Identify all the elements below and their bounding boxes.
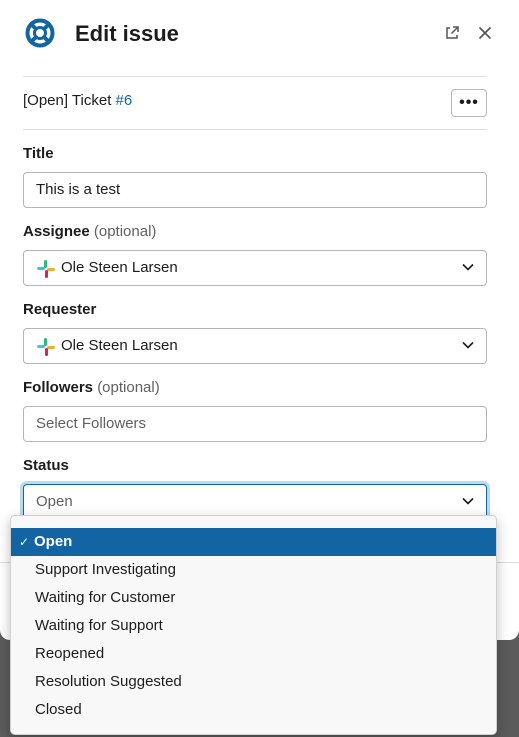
title-input[interactable]: This is a test xyxy=(23,172,487,208)
modal-title: Edit issue xyxy=(75,21,179,46)
assignee-value: Ole Steen Larsen xyxy=(61,259,178,276)
ticket-prefix: [Open] Ticket xyxy=(23,92,116,109)
chevron-down-icon xyxy=(462,263,474,271)
checkmark-icon: ✓ xyxy=(19,535,30,549)
status-option-waiting-for-customer[interactable]: Waiting for Customer xyxy=(11,584,496,612)
status-value: Open xyxy=(36,493,73,510)
chevron-down-icon xyxy=(462,341,474,349)
option-label: Open xyxy=(34,533,73,550)
status-dropdown-menu: ✓ Open Support Investigating Waiting for… xyxy=(10,515,497,735)
assignee-label: Assignee (optional) xyxy=(23,222,156,242)
assignee-select[interactable]: Ole Steen Larsen xyxy=(23,250,487,286)
option-label: Closed xyxy=(35,701,82,718)
requester-label: Requester xyxy=(23,301,97,318)
title-label: Title xyxy=(23,145,54,162)
option-label: Reopened xyxy=(35,645,105,662)
followers-optional-hint: (optional) xyxy=(97,379,160,396)
more-actions-button[interactable]: ••• xyxy=(451,89,487,117)
assignee-label-text: Assignee xyxy=(23,223,90,240)
status-label: Status xyxy=(23,457,69,474)
status-option-open[interactable]: ✓ Open xyxy=(11,528,496,556)
followers-label: Followers (optional) xyxy=(23,378,160,398)
ticket-divider xyxy=(23,129,487,130)
open-external-button[interactable] xyxy=(441,22,463,44)
status-option-closed[interactable]: Closed xyxy=(11,696,496,724)
requester-select[interactable]: Ole Steen Larsen xyxy=(23,328,487,364)
option-label: Waiting for Support xyxy=(35,617,163,634)
option-label: Resolution Suggested xyxy=(35,673,182,690)
close-icon xyxy=(478,26,492,40)
assignee-optional-hint: (optional) xyxy=(93,223,157,240)
status-option-resolution-suggested[interactable]: Resolution Suggested xyxy=(11,668,496,696)
slack-avatar-icon xyxy=(37,260,55,278)
followers-label-text: Followers xyxy=(23,379,94,396)
external-link-icon xyxy=(446,26,459,39)
modal-header: Edit issue xyxy=(0,0,519,70)
requester-value: Ole Steen Larsen xyxy=(61,337,178,354)
followers-select[interactable]: Select Followers xyxy=(23,406,487,442)
close-button[interactable] xyxy=(474,22,496,44)
slack-avatar-icon xyxy=(37,338,55,356)
option-label: Waiting for Customer xyxy=(35,589,176,606)
status-option-waiting-for-support[interactable]: Waiting for Support xyxy=(11,612,496,640)
option-label: Support Investigating xyxy=(35,561,176,578)
ticket-number-link[interactable]: #6 xyxy=(116,92,133,109)
status-option-support-investigating[interactable]: Support Investigating xyxy=(11,556,496,584)
chevron-down-icon xyxy=(462,497,474,505)
lifebuoy-logo-icon xyxy=(25,18,55,48)
status-option-reopened[interactable]: Reopened xyxy=(11,640,496,668)
header-divider xyxy=(23,76,487,77)
ticket-heading: [Open] Ticket #6 xyxy=(23,91,132,111)
